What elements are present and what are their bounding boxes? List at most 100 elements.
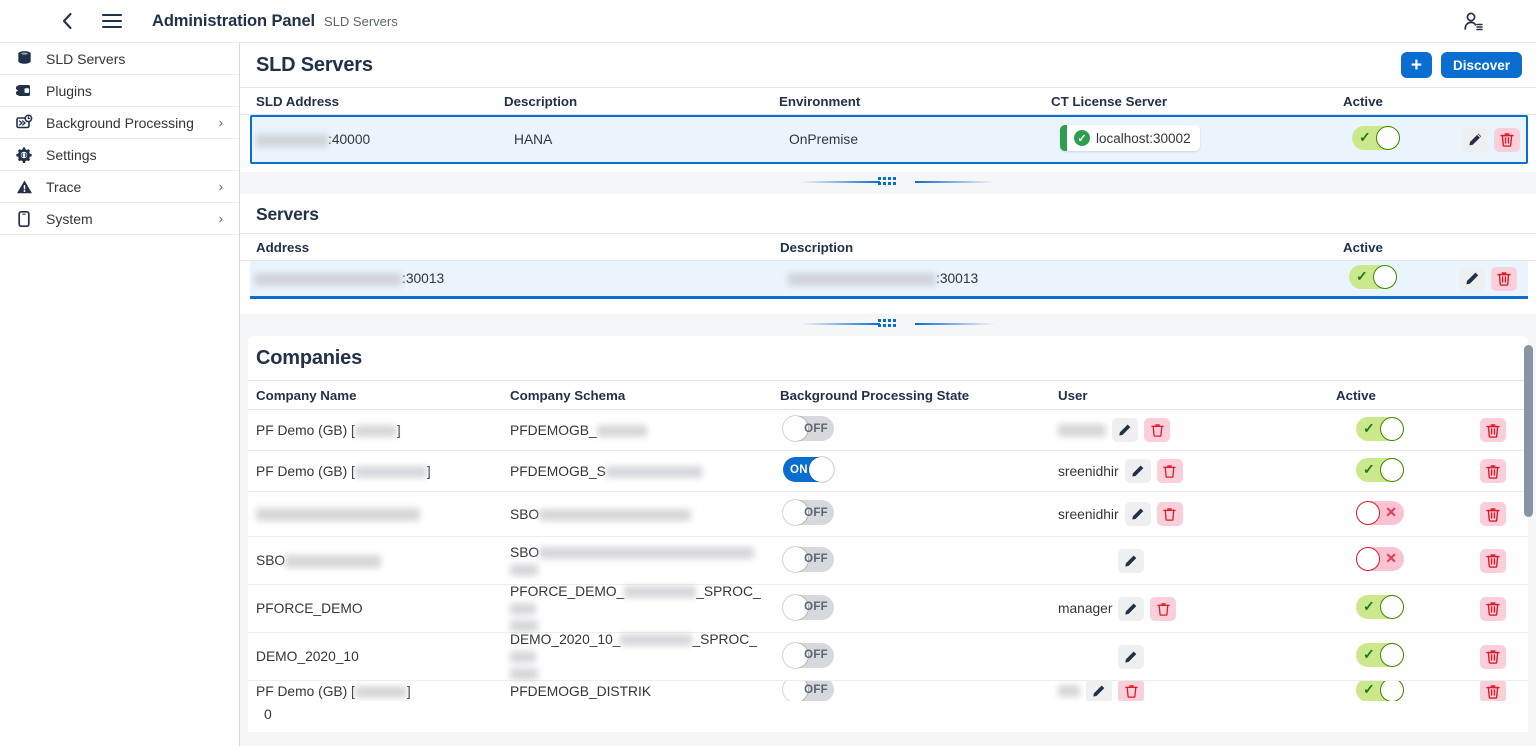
active-toggle[interactable]: ✓ [1356, 417, 1404, 441]
check-icon: ✓ [1363, 599, 1375, 613]
delete-company-button[interactable] [1480, 645, 1506, 669]
active-toggle[interactable]: ✓ [1356, 595, 1404, 619]
edit-user-button[interactable] [1086, 681, 1112, 701]
background-processing-toggle[interactable]: OFF [783, 416, 834, 441]
delete-company-button[interactable] [1480, 459, 1506, 483]
sidebar: SLD Servers Plugins [0, 43, 240, 746]
edit-pencil-icon [1131, 464, 1145, 478]
delete-user-button[interactable] [1144, 418, 1170, 442]
table-row[interactable]: DEMO_2020_10 DEMO_2020_10__SPROC_ OFF [248, 633, 1528, 681]
redacted-text [254, 273, 402, 286]
toggle-knob [1380, 643, 1404, 667]
splitter-servers[interactable] [240, 314, 1536, 336]
add-sld-server-button[interactable]: + [1401, 52, 1432, 78]
delete-user-button[interactable] [1157, 502, 1183, 526]
chevron-left-icon [61, 12, 73, 30]
servers-title: Servers [240, 194, 1536, 233]
check-icon: ✓ [1356, 269, 1368, 283]
edit-user-button[interactable] [1125, 502, 1151, 526]
record-count: 0 [264, 706, 272, 722]
back-button[interactable] [50, 4, 84, 38]
delete-company-button[interactable] [1480, 597, 1506, 621]
active-toggle[interactable]: ✓ [1356, 643, 1404, 667]
active-toggle[interactable]: ✓ [1356, 681, 1404, 701]
edit-pencil-icon [1468, 132, 1483, 147]
redacted-text [624, 586, 696, 598]
delete-company-button[interactable] [1480, 549, 1506, 573]
splitter-grip[interactable] [878, 177, 899, 189]
active-toggle[interactable]: ✕ [1356, 547, 1404, 571]
background-processing-toggle[interactable]: OFF [783, 643, 834, 668]
table-row[interactable]: PFORCE_DEMO PFORCE_DEMO__SPROC_ OFF mana… [248, 585, 1528, 633]
table-row[interactable]: PF Demo (GB) [] PFDEMOGB_ OFF [248, 410, 1528, 451]
cell-user: sreenidhir [1058, 502, 1336, 526]
redacted-text [256, 508, 420, 521]
cell-company-schema: SBO [510, 507, 780, 522]
discover-button[interactable]: Discover [1441, 52, 1522, 78]
background-processing-toggle[interactable]: OFF [783, 547, 834, 572]
company-schema-text: DEMO_2020_10_ [510, 632, 620, 647]
background-processing-toggle[interactable]: OFF [783, 681, 834, 701]
background-processing-toggle[interactable]: OFF [783, 500, 834, 525]
servers-table-header: Address Description Active [240, 233, 1536, 261]
table-row[interactable]: SBO SBO OFF [248, 537, 1528, 585]
admin-panel-app: Administration Panel SLD Servers SLD Ser… [0, 0, 1536, 746]
edit-button[interactable] [1459, 267, 1485, 291]
sidebar-item-background-processing[interactable]: Background Processing › [0, 107, 239, 139]
cell-background-processing-state: OFF [780, 681, 1058, 701]
cell-active: ✓ [1336, 643, 1446, 670]
column-header-sld-address: SLD Address [240, 94, 504, 109]
background-processing-toggle[interactable]: ON [783, 457, 834, 482]
delete-company-button[interactable] [1480, 502, 1506, 526]
table-row[interactable]: PF Demo (GB) [] PFDEMOGB_S ON sreenidhir [248, 451, 1528, 492]
sidebar-item-trace[interactable]: Trace › [0, 171, 239, 203]
delete-user-button[interactable] [1150, 597, 1176, 621]
delete-button[interactable] [1494, 128, 1520, 152]
splitter-grip[interactable] [878, 319, 899, 331]
delete-company-button[interactable] [1480, 418, 1506, 442]
cell-actions [1446, 645, 1506, 669]
sidebar-item-label: Settings [46, 147, 97, 163]
cell-user: sreenidhir [1058, 459, 1336, 483]
sidebar-item-label: Background Processing [46, 115, 194, 131]
active-toggle[interactable]: ✕ [1356, 501, 1404, 525]
license-status-badge[interactable]: ✓ localhost:30002 [1060, 125, 1200, 151]
active-toggle[interactable]: ✓ [1356, 458, 1404, 482]
edit-user-button[interactable] [1125, 459, 1151, 483]
cell-active: ✓ [1352, 126, 1462, 153]
cell-company-schema: PFDEMOGB_S [510, 464, 780, 479]
delete-button[interactable] [1491, 267, 1517, 291]
edit-user-button[interactable] [1112, 418, 1138, 442]
redacted-text [355, 686, 407, 698]
menu-button[interactable] [95, 4, 129, 38]
table-row[interactable]: :40000 HANA OnPremise ✓ localhost:30002 … [250, 115, 1528, 164]
sidebar-item-settings[interactable]: Settings [0, 139, 239, 171]
edit-user-button[interactable] [1118, 597, 1144, 621]
edit-user-button[interactable] [1118, 549, 1144, 573]
cell-environment: OnPremise [789, 132, 1060, 147]
splitter-sld-servers[interactable] [240, 172, 1536, 194]
sidebar-item-system[interactable]: System › [0, 203, 239, 235]
edit-button[interactable] [1462, 128, 1488, 152]
cell-actions [1459, 267, 1517, 291]
delete-company-button[interactable] [1480, 681, 1506, 701]
sidebar-item-sld-servers[interactable]: SLD Servers [0, 43, 239, 75]
active-toggle[interactable]: ✓ [1352, 126, 1400, 150]
toggle-knob [809, 457, 834, 482]
toggle-knob [1356, 547, 1380, 571]
sidebar-item-plugins[interactable]: Plugins [0, 75, 239, 107]
redacted-text [510, 603, 536, 615]
active-toggle[interactable]: ✓ [1349, 265, 1397, 289]
edit-user-button[interactable] [1118, 645, 1144, 669]
cell-active: ✕ [1336, 501, 1446, 528]
table-row[interactable]: SBO OFF sreenidhir [248, 492, 1528, 537]
vertical-scrollbar[interactable] [1524, 345, 1533, 517]
background-processing-toggle[interactable]: OFF [783, 595, 834, 620]
user-settings-button[interactable] [1462, 11, 1484, 33]
delete-user-button[interactable] [1157, 459, 1183, 483]
delete-user-button[interactable] [1118, 681, 1144, 701]
table-row[interactable]: PF Demo (GB) [] PFDEMOGB_DISTRIK OFF [248, 681, 1528, 701]
redacted-text [510, 651, 536, 663]
delete-trash-icon [1486, 684, 1500, 699]
table-row[interactable]: :30013 :30013 ✓ [250, 261, 1528, 299]
